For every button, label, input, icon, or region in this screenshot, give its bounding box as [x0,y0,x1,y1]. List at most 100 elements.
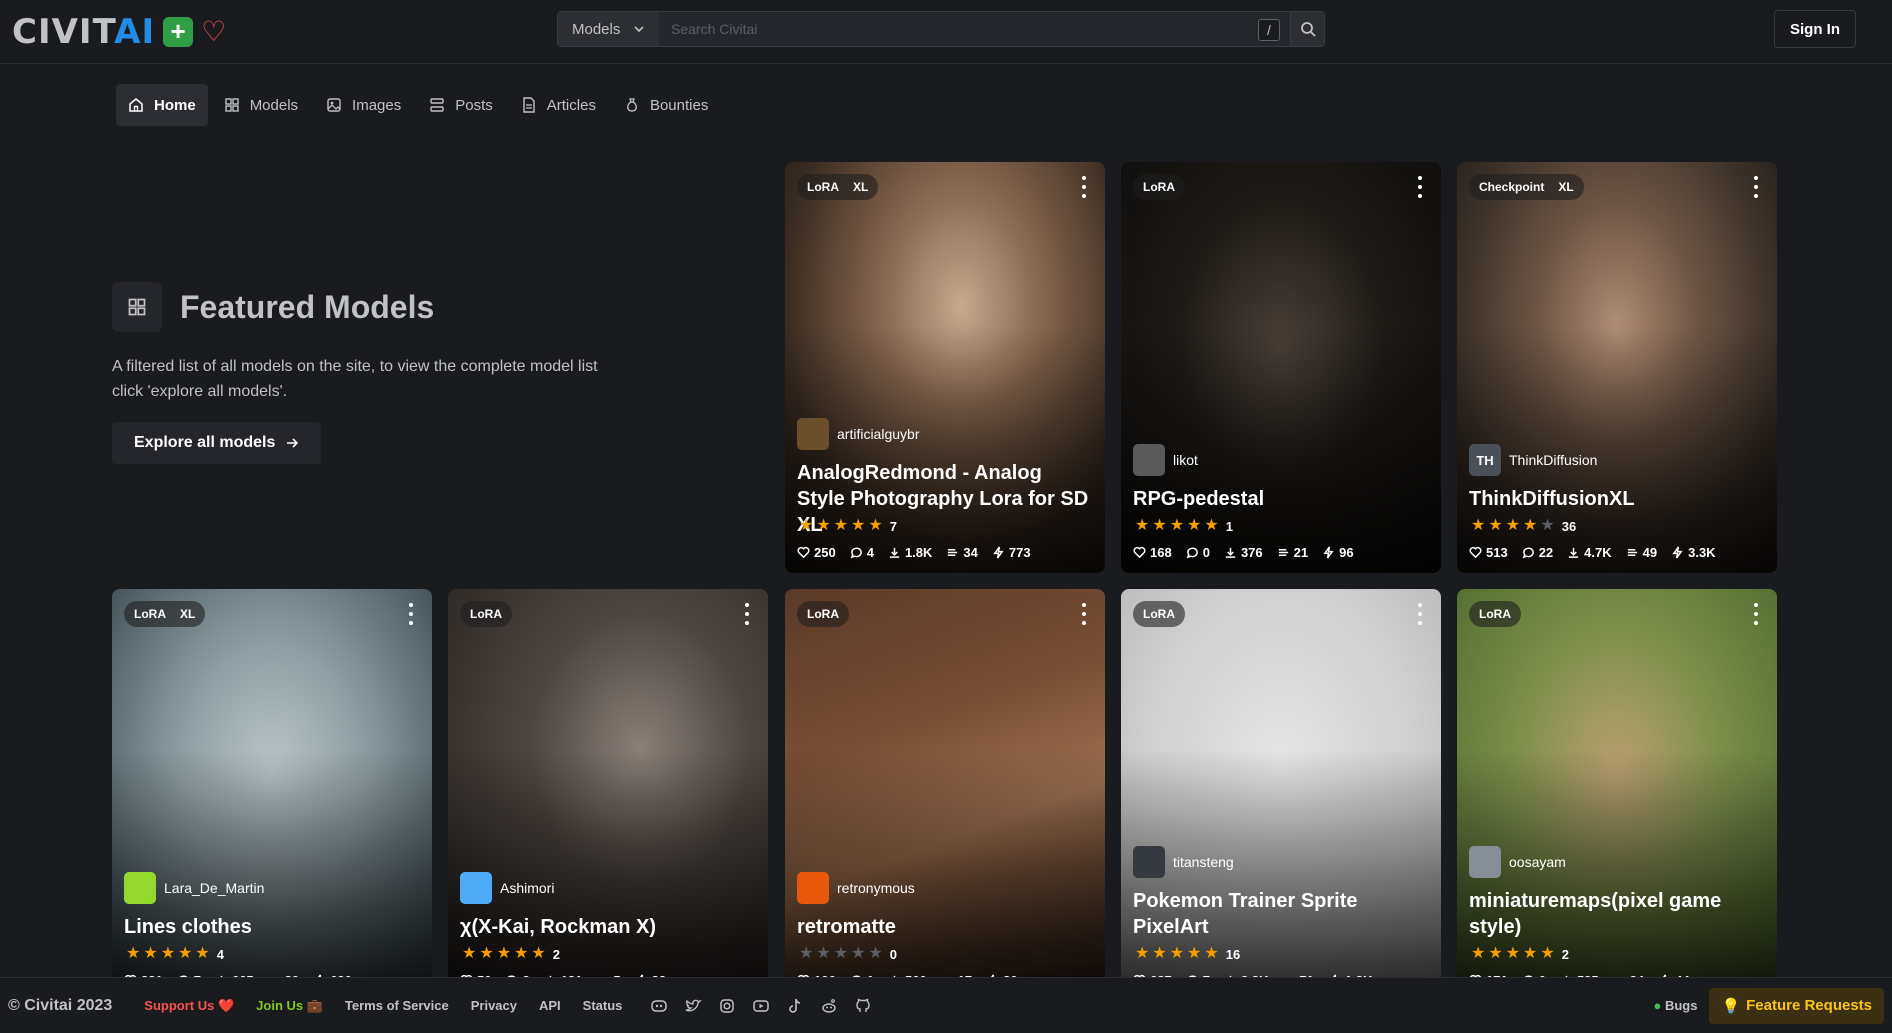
model-card[interactable]: Checkpoint XL TH ThinkDiffusion ThinkDiff… [1457,162,1777,573]
bugs-link[interactable]: ● Bugs [1653,998,1697,1013]
model-card[interactable]: LoRA retronymous retromatte ★★★★★0 106 1… [785,589,1105,989]
search-input[interactable] [659,12,1290,46]
nav-home[interactable]: Home [116,84,208,126]
creator-name: titansteng [1173,854,1234,870]
moneybag-icon [627,98,637,112]
images-icon [1627,548,1637,557]
card-menu-icon[interactable] [1081,603,1087,625]
card-menu-icon[interactable] [408,603,414,625]
model-title[interactable]: χ(X-Kai, Rockman X) [460,914,756,940]
model-title[interactable]: Lines clothes [124,914,420,940]
avatar [1133,846,1165,878]
heart-icon [1469,546,1482,559]
model-rating: ★ ★ ★ ★ ★ 2 [1471,946,1569,962]
status-link[interactable]: Status [583,998,623,1013]
card-creator[interactable]: likot [1133,444,1198,476]
model-card[interactable]: LoRA oosayam miniaturemaps(pixel game st… [1457,589,1777,989]
card-menu-icon[interactable] [1417,603,1423,625]
model-card[interactable]: LoRA XL artificialguybr AnalogRedmond - A… [785,162,1105,573]
model-title[interactable]: retromatte [797,914,1093,940]
model-rating: ★ ★ ★ ★ ★ 2 [462,946,560,962]
model-card[interactable]: LoRA XL Lara_De_Martin Lines clothes ★ ★ ★ ★… [112,589,432,989]
creator-name: Lara_De_Martin [164,880,265,896]
model-type-badges: LoRA [1133,601,1185,627]
privacy-link[interactable]: Privacy [471,998,517,1013]
star-icon: ★ [1488,945,1503,962]
explore-all-models-button[interactable]: Explore all models [112,422,322,464]
star-icon: ★ [816,945,831,962]
discord-icon[interactable] [650,997,668,1015]
rating-count: 0 [889,946,897,962]
model-type-badge: XL [180,607,196,621]
model-type-badge: XL [853,180,869,194]
support-us-link[interactable]: Support Us ❤️ [144,998,234,1014]
star-icon: ★ [1135,517,1150,534]
youtube-icon[interactable] [752,997,770,1015]
feature-requests-button[interactable]: 💡 Feature Requests [1709,987,1884,1024]
model-card[interactable]: LoRA titansteng Pokemon Trainer Sprite P… [1121,589,1441,989]
star-icon: ★ [1523,517,1538,534]
search-icon [1300,22,1316,37]
lightbulb-icon: 💡 [1721,997,1741,1015]
avatar [1133,444,1165,476]
creator-name: retronymous [837,880,915,896]
github-icon[interactable] [854,997,872,1015]
search-bar: Models / [557,11,1325,47]
terms-link[interactable]: Terms of Service [345,998,449,1013]
nav-articles[interactable]: Articles [509,84,608,126]
logo-text[interactable]: CIVITAI [12,12,155,52]
card-creator[interactable]: retronymous [797,872,915,904]
rating-count: 36 [1561,518,1577,534]
downloads-stat: 376 [1224,545,1263,560]
model-title[interactable]: RPG-pedestal [1133,486,1429,512]
create-plus-icon[interactable]: + [163,17,194,47]
civitai-logo[interactable]: CIVITAI + ♡ [12,12,226,52]
card-creator[interactable]: Lara_De_Martin [124,872,264,904]
model-type-badges: LoRA XL [797,174,879,200]
model-title[interactable]: ThinkDiffusionXL [1469,486,1765,512]
card-menu-icon[interactable] [1417,176,1423,198]
featured-description: A filtered list of all models on the sit… [112,358,598,400]
card-menu-icon[interactable] [1753,603,1759,625]
nav-posts[interactable]: Posts [417,84,505,126]
star-icon: ★ [514,945,529,962]
card-creator[interactable]: artificialguybr [797,418,919,450]
sign-in-button[interactable]: Sign In [1774,10,1856,48]
model-title[interactable]: miniaturemaps(pixel game style) [1469,888,1765,940]
nav-bounties[interactable]: Bounties [612,84,720,126]
api-link[interactable]: API [539,998,561,1013]
star-icon: ★ [1135,945,1150,962]
star-icon: ★ [1523,945,1538,962]
images-stat: 21 [1277,545,1308,560]
card-creator[interactable]: TH ThinkDiffusion [1469,444,1597,476]
nav-images[interactable]: Images [314,84,413,126]
card-creator[interactable]: titansteng [1133,846,1234,878]
model-type-badge: LoRA [470,607,502,621]
search-type-label: Models [572,20,621,38]
star-icon: ★ [851,517,866,534]
model-card[interactable]: LoRA Ashimori χ(X-Kai, Rockman X) ★ ★ ★ ★ ★ 2… [448,589,768,989]
search-type-select[interactable]: Models [558,12,659,46]
reddit-icon[interactable] [820,997,838,1015]
tiktok-icon[interactable] [786,997,804,1015]
nav-models[interactable]: Models [212,84,310,126]
model-rating: ★ ★ ★ ★ ★ 0 [799,946,897,962]
heart-icon[interactable]: ♡ [201,17,226,47]
creator-name: oosayam [1509,854,1566,870]
card-menu-icon[interactable] [1081,176,1087,198]
instagram-icon[interactable] [718,997,736,1015]
images-stat: 49 [1626,545,1657,560]
search-button[interactable] [1290,12,1324,46]
join-us-link[interactable]: Join Us 💼 [256,998,323,1014]
likes-stat: 250 [797,545,836,560]
card-creator[interactable]: Ashimori [460,872,554,904]
card-creator[interactable]: oosayam [1469,846,1566,878]
card-menu-icon[interactable] [1753,176,1759,198]
card-menu-icon[interactable] [744,603,750,625]
download-icon [889,547,900,558]
star-icon: ★ [851,945,866,962]
model-card[interactable]: LoRA likot RPG-pedestal ★ ★ ★ ★ ★ 1 168 0 376… [1121,162,1441,573]
posts-icon [430,98,444,112]
model-title[interactable]: Pokemon Trainer Sprite PixelArt [1133,888,1429,940]
twitter-icon[interactable] [684,997,703,1015]
